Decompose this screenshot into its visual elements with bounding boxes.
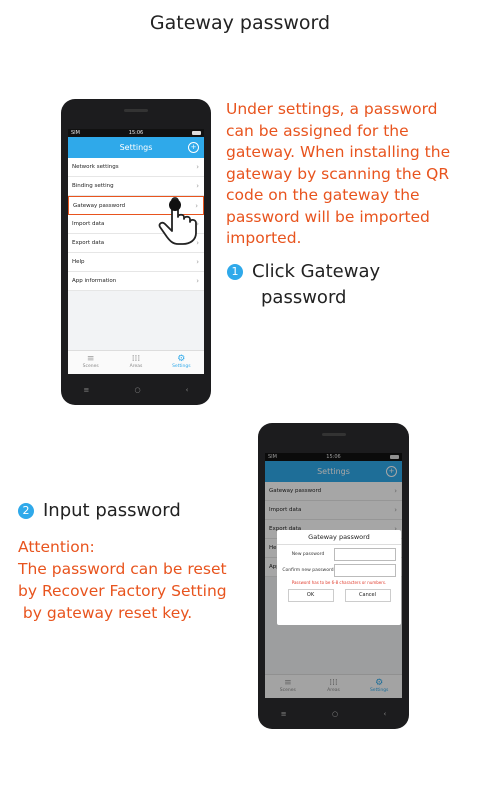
menu-item-label: Export data <box>72 240 105 246</box>
instructions-line: imported. <box>226 229 302 247</box>
step-1-text-line2: password <box>261 287 347 308</box>
instructions-line: Under settings, a password <box>226 100 438 118</box>
instructions-text: Under settings, a password can be assign… <box>226 99 476 250</box>
tab-bar: ≡ Scenes ⁞⁞⁞ Areas ⚙ Settings <box>68 350 204 374</box>
phone-screen: SIM 15:06 Settings + Gateway password › I… <box>265 453 402 698</box>
instructions-line: password will be imported <box>226 207 430 226</box>
add-icon[interactable]: + <box>188 142 199 153</box>
status-sim: SIM <box>71 130 80 136</box>
attention-line: by Recover Factory Setting <box>18 582 227 600</box>
gateway-password-dialog: Gateway password New password Confirm ne… <box>277 530 401 625</box>
phone-nav-bar: ≡ ○ ‹ <box>258 707 409 721</box>
gear-icon: ⚙ <box>177 354 186 364</box>
grid-icon: ⁞⁞⁞ <box>131 354 141 364</box>
confirm-password-input[interactable] <box>334 564 396 577</box>
new-password-row: New password <box>277 548 401 561</box>
instructions-line: gateway by scanning the QR <box>226 164 450 183</box>
step-2: 2 Input password <box>18 498 181 524</box>
back-key-icon[interactable]: ‹ <box>383 710 386 718</box>
menu-item-binding-setting[interactable]: Binding setting › <box>68 177 204 196</box>
menu-key-icon[interactable]: ≡ <box>84 386 90 394</box>
attention-line: by gateway reset key. <box>18 604 193 622</box>
instructions-line: code on the gateway the <box>226 186 420 204</box>
menu-key-icon[interactable]: ≡ <box>281 710 287 718</box>
tab-scenes[interactable]: ≡ Scenes <box>68 351 113 374</box>
attention-line: Attention: <box>18 538 95 556</box>
dialog-buttons: OK Cancel <box>277 589 401 602</box>
menu-item-app-information[interactable]: App information › <box>68 272 204 291</box>
step-number-badge: 1 <box>227 264 243 280</box>
instructions-line: can be assigned for the <box>226 121 409 140</box>
password-hint: Password has to be 6-8 characters or num… <box>291 580 387 585</box>
new-password-label: New password <box>291 551 325 557</box>
tab-label: Areas <box>129 364 143 369</box>
chevron-right-icon: › <box>196 258 199 266</box>
menu-item-label: App information <box>72 278 117 284</box>
confirm-password-row: Confirm new password <box>277 564 401 577</box>
phone-settings: SIM 15:06 Settings + Network settings › B… <box>61 99 211 405</box>
home-key-icon[interactable]: ○ <box>332 710 338 718</box>
chevron-right-icon: › <box>196 277 199 285</box>
step-1-text: Click Gateway <box>252 261 381 282</box>
dialog-title: Gateway password <box>277 530 401 545</box>
status-time: 15:06 <box>128 130 144 136</box>
pointing-hand-icon <box>158 197 197 245</box>
tab-areas[interactable]: ⁞⁞⁞ Areas <box>113 351 158 374</box>
instructions-line: gateway. When installing the <box>226 143 451 161</box>
step-2-text: Input password <box>43 500 181 521</box>
step-1: 1 Click Gateway password <box>227 259 380 311</box>
step-number-badge: 2 <box>18 503 34 519</box>
ok-button[interactable]: OK <box>287 589 334 602</box>
phone-speaker <box>321 433 346 436</box>
phone-screen: SIM 15:06 Settings + Network settings › B… <box>68 129 204 374</box>
menu-item-label: Import data <box>72 221 105 227</box>
tab-settings[interactable]: ⚙ Settings <box>159 351 204 374</box>
attention-note: Attention: The password can be reset by … <box>18 536 268 624</box>
menu-item-label: Network settings <box>72 164 119 170</box>
attention-line: The password can be reset <box>18 560 227 578</box>
menu-item-label: Help <box>72 259 85 265</box>
phone-speaker <box>124 109 148 112</box>
status-bar: SIM 15:06 <box>68 129 204 137</box>
new-password-input[interactable] <box>334 548 396 561</box>
scenes-icon: ≡ <box>86 354 95 364</box>
menu-item-label: Binding setting <box>72 183 114 189</box>
tab-label: Scenes <box>82 364 99 369</box>
home-key-icon[interactable]: ○ <box>134 386 140 394</box>
chevron-right-icon: › <box>196 163 199 171</box>
page-title: Gateway password <box>149 12 331 34</box>
app-title: Settings <box>119 143 153 152</box>
cancel-button[interactable]: Cancel <box>344 589 391 602</box>
menu-item-help[interactable]: Help › <box>68 253 204 272</box>
app-bar: Settings + <box>68 137 204 158</box>
confirm-password-label: Confirm new password <box>282 567 334 573</box>
menu-item-network-settings[interactable]: Network settings › <box>68 158 204 177</box>
phone-nav-bar: ≡ ○ ‹ <box>61 383 211 397</box>
menu-item-label: Gateway password <box>73 203 126 209</box>
tab-label: Settings <box>172 364 191 369</box>
phone-password-dialog: SIM 15:06 Settings + Gateway password › I… <box>258 423 409 729</box>
chevron-right-icon: › <box>196 182 199 190</box>
back-key-icon[interactable]: ‹ <box>186 386 189 394</box>
battery-icon <box>191 131 201 135</box>
